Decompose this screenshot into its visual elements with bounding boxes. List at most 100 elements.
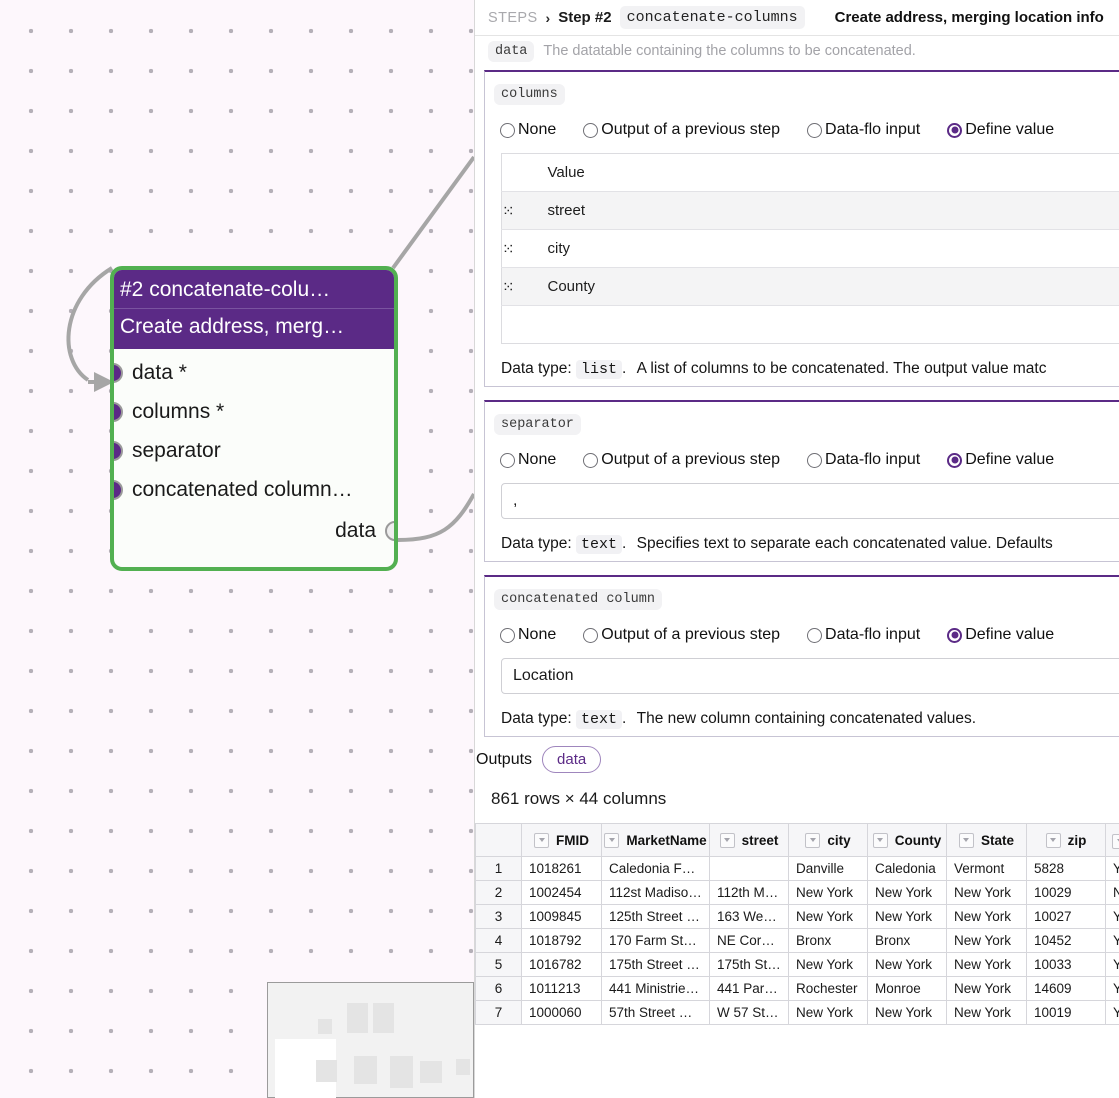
filter-icon[interactable] (872, 832, 888, 848)
node-input-port-data[interactable]: data * (114, 353, 394, 392)
cell-county[interactable]: New York (867, 880, 947, 905)
output-data-table[interactable]: FMID MarketName street city County State… (475, 823, 1119, 1025)
table-row[interactable]: 5 1016782 175th Street … 175th Stre… New… (475, 952, 1119, 977)
node-input-port-concatenated-column[interactable]: concatenated column… (114, 470, 394, 509)
cell-state[interactable]: Vermont (946, 856, 1027, 881)
radio-circle-icon[interactable] (583, 452, 599, 468)
columns-value-table[interactable]: Value ⁙ street ⁙ city ⁙ County (501, 153, 1119, 344)
value-cell-empty[interactable] (548, 306, 1119, 344)
cell-state[interactable]: New York (946, 952, 1027, 977)
cell-street[interactable]: 441 Parsel… (709, 976, 789, 1001)
cell-partial[interactable]: Y (1105, 928, 1119, 953)
filter-icon[interactable] (719, 832, 735, 848)
cell-partial[interactable]: Y (1105, 952, 1119, 977)
table-row[interactable]: 4 1018792 170 Farm Stand NE Corne… Bronx… (475, 928, 1119, 953)
drag-handle-icon[interactable]: ⁙ (501, 267, 548, 306)
value-cell[interactable]: city (547, 229, 1119, 268)
port-dot-icon[interactable] (114, 401, 123, 422)
cell-state[interactable]: New York (946, 880, 1027, 905)
radio-columns-output-previous-step[interactable]: Output of a previous step (583, 121, 780, 139)
step-details-panel[interactable]: STEPS › Step #2 concatenate-columns Crea… (474, 0, 1119, 1098)
cell-marketname[interactable]: 170 Farm Stand (601, 928, 710, 953)
radio-circle-icon[interactable] (500, 627, 515, 643)
node-output-port-data[interactable]: data (114, 511, 394, 551)
cell-city[interactable]: Rochester (788, 976, 868, 1001)
radio-columns-none[interactable]: None (500, 121, 556, 139)
cell-partial[interactable]: N (1105, 880, 1119, 905)
cell-zip[interactable]: 10452 (1026, 928, 1106, 953)
cell-state[interactable]: New York (946, 928, 1027, 953)
radio-circle-selected-icon[interactable] (947, 452, 963, 468)
radio-concatenated-column-data-flo-input[interactable]: Data-flo input (807, 626, 920, 644)
cell-street[interactable]: NE Corne… (709, 928, 789, 953)
node-input-port-columns[interactable]: columns * (114, 392, 394, 431)
breadcrumb-steps-link[interactable]: STEPS (488, 10, 538, 26)
cell-street[interactable]: 163 West … (709, 904, 789, 929)
cell-fmid[interactable]: 1016782 (521, 952, 602, 977)
cell-street[interactable]: 112th Mad… (709, 880, 789, 905)
node-input-port-separator[interactable]: separator (114, 431, 394, 470)
cell-marketname[interactable]: 125th Street F… (601, 904, 710, 929)
cell-county[interactable]: New York (867, 952, 947, 977)
radio-circle-selected-icon[interactable] (947, 627, 963, 643)
radio-circle-icon[interactable] (500, 452, 515, 468)
column-header-state[interactable]: State (946, 823, 1027, 857)
cell-street[interactable]: W 57 St. … (709, 1000, 789, 1025)
cell-zip[interactable]: 14609 (1026, 976, 1106, 1001)
cell-city[interactable]: New York (788, 952, 868, 977)
cell-street[interactable]: 175th Stre… (709, 952, 789, 977)
radio-separator-none[interactable]: None (500, 451, 556, 469)
cell-fmid[interactable]: 1018261 (521, 856, 602, 881)
cell-fmid[interactable]: 1002454 (521, 880, 602, 905)
cell-city[interactable]: Danville (788, 856, 868, 881)
table-row[interactable]: 7 1000060 57th Street G… W 57 St. … New … (475, 1000, 1119, 1025)
cell-state[interactable]: New York (946, 1000, 1027, 1025)
radio-circle-icon[interactable] (500, 122, 515, 138)
radio-circle-icon[interactable] (807, 627, 823, 643)
outputs-chip-data[interactable]: data (542, 746, 602, 773)
radio-columns-define-value[interactable]: Define value (947, 121, 1054, 139)
concatenated-column-input[interactable]: Location (501, 658, 1119, 694)
table-row[interactable]: ⁙ street (501, 191, 1119, 230)
separator-input[interactable]: , (501, 483, 1119, 519)
filter-icon[interactable] (1112, 833, 1119, 849)
flow-node-step-2[interactable]: #2 concatenate-colu… Create address, mer… (110, 266, 398, 571)
filter-icon[interactable] (534, 832, 549, 848)
radio-separator-output-previous-step[interactable]: Output of a previous step (583, 451, 780, 469)
cell-state[interactable]: New York (946, 976, 1027, 1001)
cell-zip[interactable]: 10029 (1026, 880, 1106, 905)
cell-street[interactable] (709, 856, 789, 881)
radio-separator-data-flo-input[interactable]: Data-flo input (807, 451, 920, 469)
port-dot-icon[interactable] (114, 362, 123, 383)
drag-handle-icon[interactable]: ⁙ (501, 229, 548, 268)
canvas-minimap[interactable] (267, 982, 474, 1098)
table-row[interactable]: 1 1018261 Caledonia Far… Danville Caledo… (475, 856, 1119, 881)
cell-partial[interactable]: Y (1105, 856, 1119, 881)
drag-handle-icon[interactable]: ⁙ (501, 191, 548, 230)
cell-zip[interactable]: 10019 (1026, 1000, 1106, 1025)
cell-county[interactable]: New York (867, 904, 947, 929)
radio-group-separator[interactable]: None Output of a previous step Data-flo … (485, 435, 1119, 469)
column-header-city[interactable]: city (788, 823, 868, 857)
value-cell[interactable]: street (547, 191, 1119, 230)
cell-zip[interactable]: 10027 (1026, 904, 1106, 929)
radio-concatenated-column-none[interactable]: None (500, 626, 556, 644)
cell-county[interactable]: Caledonia (867, 856, 947, 881)
filter-icon[interactable] (805, 832, 821, 848)
port-dot-icon[interactable] (385, 521, 394, 541)
table-row[interactable]: 6 1011213 441 Ministries… 441 Parsel… Ro… (475, 976, 1119, 1001)
column-header-zip[interactable]: zip (1026, 823, 1106, 857)
filter-icon[interactable] (604, 832, 620, 848)
cell-city[interactable]: New York (788, 1000, 868, 1025)
radio-circle-icon[interactable] (807, 452, 823, 468)
column-header-partial[interactable] (1105, 823, 1119, 857)
cell-state[interactable]: New York (946, 904, 1027, 929)
value-cell[interactable]: County (547, 267, 1119, 306)
column-header-county[interactable]: County (867, 823, 947, 857)
cell-county[interactable]: Bronx (867, 928, 947, 953)
table-row[interactable]: 3 1009845 125th Street F… 163 West … New… (475, 904, 1119, 929)
port-dot-icon[interactable] (114, 479, 123, 500)
flow-canvas[interactable]: #2 concatenate-colu… Create address, mer… (0, 0, 474, 1098)
cell-city[interactable]: Bronx (788, 928, 868, 953)
radio-concatenated-column-define-value[interactable]: Define value (947, 626, 1054, 644)
